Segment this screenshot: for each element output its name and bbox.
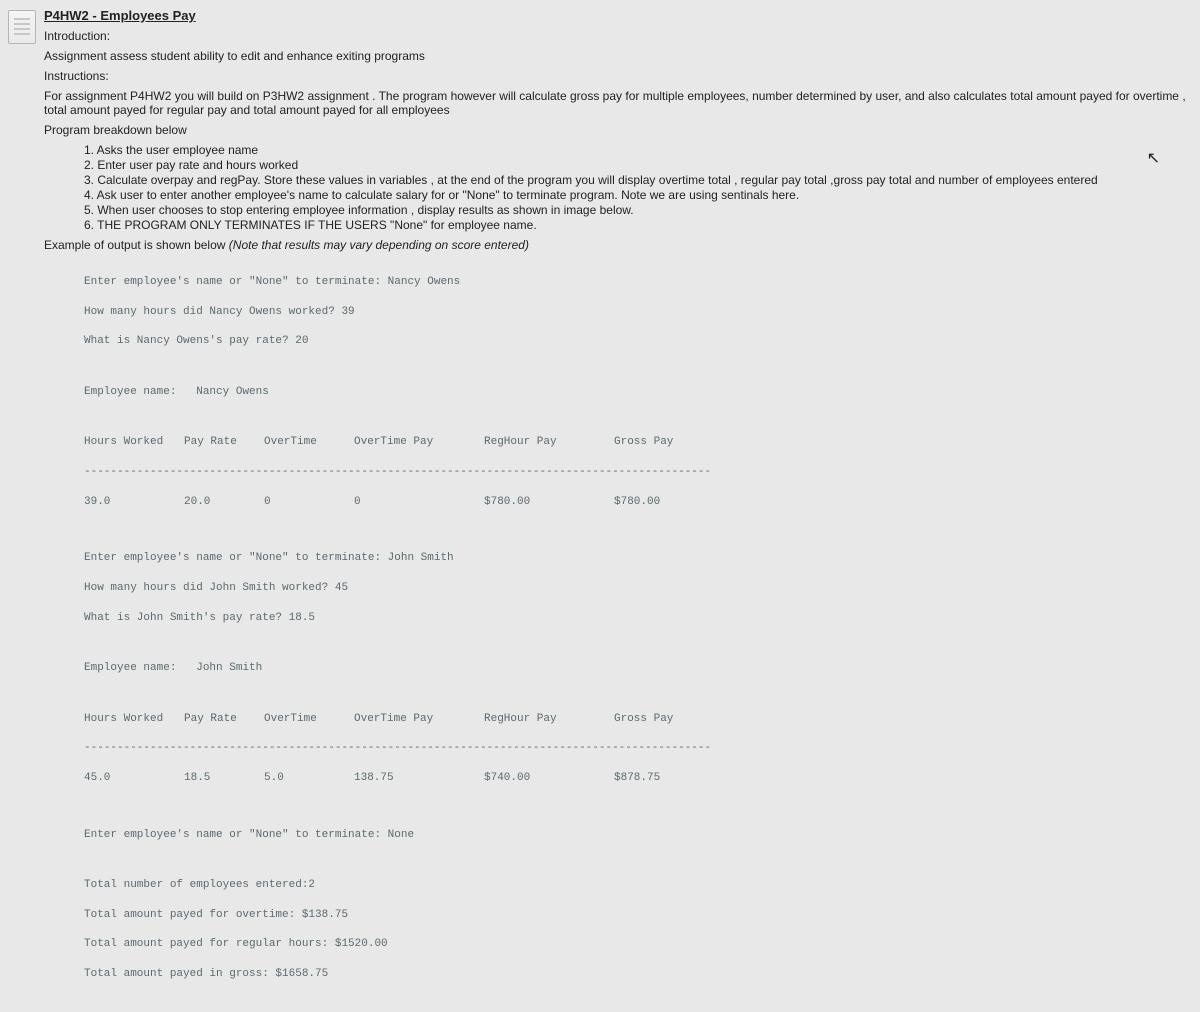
- divider: ----------------------------------------…: [84, 465, 1190, 480]
- breakdown-item: 5. When user chooses to stop entering em…: [84, 203, 1190, 217]
- col-gross: Gross Pay: [614, 435, 714, 450]
- out-line: Total amount payed for regular hours: $1…: [84, 937, 1190, 952]
- breakdown-item: 1. Asks the user employee name: [84, 143, 1190, 157]
- table-header: Hours WorkedPay RateOverTimeOverTime Pay…: [84, 712, 1190, 727]
- out-line: Total amount payed for overtime: $138.75: [84, 908, 1190, 923]
- cell: $780.00: [484, 495, 614, 510]
- out-line: Total amount payed in gross: $1658.75: [84, 967, 1190, 982]
- breakdown-list: 1. Asks the user employee name 2. Enter …: [84, 143, 1190, 232]
- example-heading: Example of output is shown below (Note t…: [44, 238, 1190, 252]
- out-line: Enter employee's name or "None" to termi…: [84, 275, 1190, 290]
- intro-label: Introduction:: [44, 29, 1190, 43]
- page-title: P4HW2 - Employees Pay: [44, 8, 1190, 23]
- cell: $740.00: [484, 771, 614, 786]
- out-line: How many hours did Nancy Owens worked? 3…: [84, 305, 1190, 320]
- cell: $878.75: [614, 771, 714, 786]
- breakdown-item: 2. Enter user pay rate and hours worked: [84, 158, 1190, 172]
- col-otpay: OverTime Pay: [354, 712, 484, 727]
- table-header: Hours WorkedPay RateOverTimeOverTime Pay…: [84, 435, 1190, 450]
- cell: 39.0: [84, 495, 184, 510]
- emp-name: John Smith: [196, 661, 262, 676]
- breakdown-item: 6. THE PROGRAM ONLY TERMINATES IF THE US…: [84, 218, 1190, 232]
- col-regpay: RegHour Pay: [484, 435, 614, 450]
- col-gross: Gross Pay: [614, 712, 714, 727]
- table-row: 39.020.000$780.00$780.00: [84, 495, 1190, 510]
- out-line: Employee name: Nancy Owens: [84, 385, 1190, 400]
- emp-label: Employee name:: [84, 661, 176, 676]
- instructions-label: Instructions:: [44, 69, 1190, 83]
- document-icon: [8, 10, 36, 44]
- out-line: Total number of employees entered:2: [84, 878, 1190, 893]
- col-ot: OverTime: [264, 435, 354, 450]
- example-note-italic: (Note that results may vary depending on…: [229, 238, 529, 252]
- out-line: How many hours did John Smith worked? 45: [84, 581, 1190, 596]
- out-line: Employee name: John Smith: [84, 661, 1190, 676]
- cell: 45.0: [84, 771, 184, 786]
- cell: 5.0: [264, 771, 354, 786]
- cell: 0: [354, 495, 484, 510]
- cell: 18.5: [184, 771, 264, 786]
- document-body: P4HW2 - Employees Pay Introduction: Assi…: [44, 0, 1200, 555]
- divider: ----------------------------------------…: [84, 741, 1190, 756]
- cell: 138.75: [354, 771, 484, 786]
- emp-label: Employee name:: [84, 385, 176, 400]
- out-line: Enter employee's name or "None" to termi…: [84, 828, 1190, 843]
- breakdown-item: 4. Ask user to enter another employee's …: [84, 188, 1190, 202]
- emp-name: Nancy Owens: [196, 385, 269, 400]
- col-regpay: RegHour Pay: [484, 712, 614, 727]
- instructions-text: For assignment P4HW2 you will build on P…: [44, 89, 1190, 117]
- example-label: Example of output is shown below: [44, 238, 229, 252]
- cell: $780.00: [614, 495, 714, 510]
- col-hours: Hours Worked: [84, 712, 184, 727]
- program-breakdown-label: Program breakdown below: [44, 123, 1190, 137]
- breakdown-item: 3. Calculate overpay and regPay. Store t…: [84, 173, 1190, 187]
- out-line: Enter employee's name or "None" to termi…: [84, 551, 1190, 566]
- col-rate: Pay Rate: [184, 435, 264, 450]
- col-ot: OverTime: [264, 712, 354, 727]
- col-rate: Pay Rate: [184, 712, 264, 727]
- table-row: 45.018.55.0138.75$740.00$878.75: [84, 771, 1190, 786]
- cell: 0: [264, 495, 354, 510]
- col-otpay: OverTime Pay: [354, 435, 484, 450]
- cell: 20.0: [184, 495, 264, 510]
- out-line: What is Nancy Owens's pay rate? 20: [84, 334, 1190, 349]
- col-hours: Hours Worked: [84, 435, 184, 450]
- out-line: What is John Smith's pay rate? 18.5: [84, 611, 1190, 626]
- intro-text: Assignment assess student ability to edi…: [44, 49, 1190, 63]
- program-output: Enter employee's name or "None" to termi…: [84, 260, 1190, 1012]
